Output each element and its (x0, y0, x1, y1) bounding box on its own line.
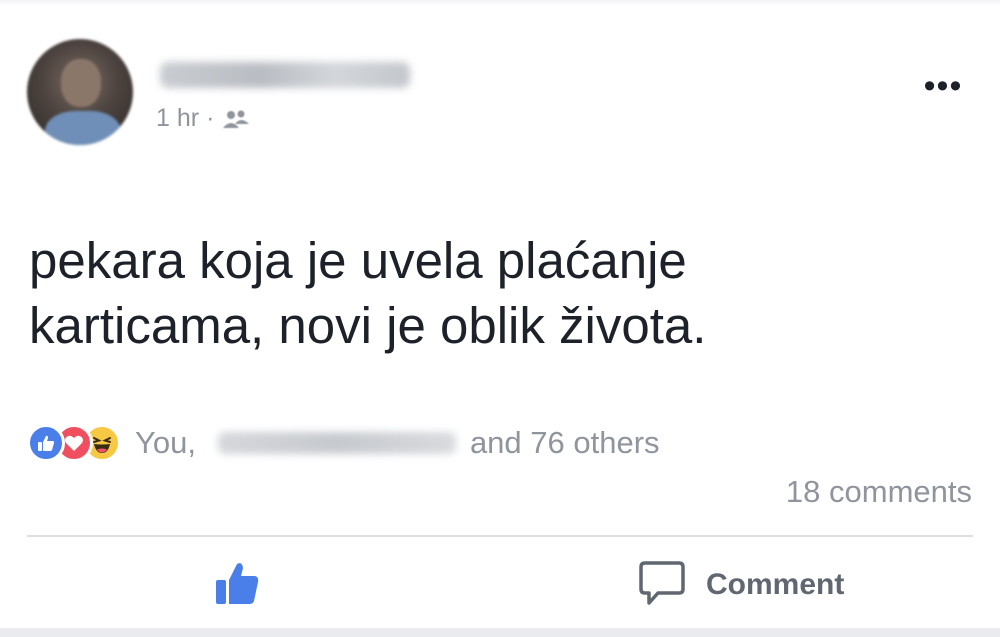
more-options-icon: ••• (923, 67, 963, 105)
reaction-you-label: You, (135, 425, 196, 460)
meta-separator: · (206, 104, 215, 132)
speech-bubble-icon (638, 560, 686, 611)
post-text: pekara koja je uvela plaćanje karticama,… (29, 228, 929, 358)
avatar-shirt (45, 111, 121, 145)
like-reaction-icon (27, 424, 65, 462)
post-text-line: pekara koja je uvela plaćanje (29, 232, 687, 289)
more-options-button[interactable]: ••• (915, 67, 971, 105)
avatar[interactable] (27, 39, 133, 145)
thumbs-up-icon (212, 559, 262, 612)
top-edge (0, 0, 1000, 6)
comment-button[interactable]: Comment (638, 560, 844, 610)
like-button[interactable] (206, 560, 268, 610)
friends-icon[interactable] (221, 108, 251, 130)
post-text-line: karticama, novi je oblik života. (29, 297, 707, 354)
reaction-others-label: and 76 others (469, 425, 660, 460)
avatar-face (61, 59, 101, 107)
friend-name-redacted (217, 432, 456, 454)
reactions-summary[interactable]: You, and 76 others (27, 422, 660, 464)
comments-count[interactable]: 18 comments (786, 474, 972, 510)
bottom-edge (0, 628, 1000, 637)
post-meta: 1 hr · (156, 104, 251, 133)
divider (27, 535, 973, 537)
facebook-post: 1 hr · ••• pekara koja je uvela plaćanje… (0, 0, 1000, 637)
author-name-redacted[interactable] (160, 62, 410, 88)
comment-label: Comment (706, 568, 845, 601)
post-time[interactable]: 1 hr (156, 104, 199, 133)
